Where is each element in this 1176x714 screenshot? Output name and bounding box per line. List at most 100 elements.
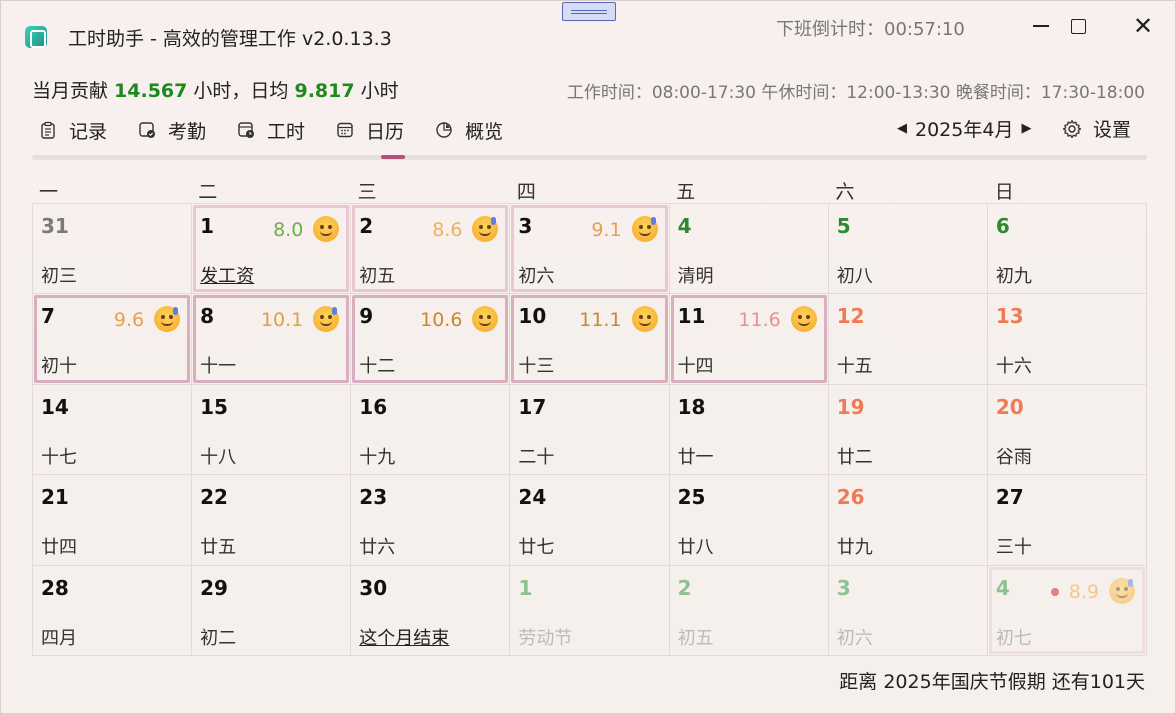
- prev-month-button[interactable]: ◀: [897, 121, 907, 136]
- calendar-day-cell[interactable]: 4 初七 8.9: [987, 565, 1147, 656]
- holiday-countdown: 距离 2025年国庆节假期 还有101天: [839, 671, 1145, 693]
- calendar-day-cell[interactable]: 6 初九: [987, 204, 1147, 295]
- minimize-button[interactable]: [1021, 9, 1061, 43]
- day-number: 8: [200, 304, 215, 329]
- day-hours: 9.1: [591, 219, 622, 241]
- weekday-label: 一: [39, 181, 59, 203]
- day-number: 25: [677, 485, 706, 510]
- day-note-link[interactable]: 发工资: [200, 262, 254, 288]
- day-number: 12: [836, 304, 865, 329]
- day-number: 31: [41, 214, 69, 238]
- calendar-day-cell[interactable]: 5 初八: [828, 204, 988, 295]
- calendar-day-cell[interactable]: 17 二十: [510, 384, 670, 476]
- tab-timesheet[interactable]: 工时: [237, 115, 305, 145]
- day-number: 11: [677, 304, 706, 329]
- calendar-day-cell[interactable]: 23 廿六: [351, 475, 511, 566]
- settings-label: 设置: [1093, 119, 1132, 141]
- tab-track: [32, 155, 1147, 160]
- day-number: 27: [995, 485, 1024, 510]
- tab-calendar[interactable]: 日历: [336, 115, 404, 145]
- day-number: 9: [359, 304, 374, 329]
- smile-icon: [313, 216, 340, 242]
- day-number: 18: [677, 394, 706, 419]
- tab-records[interactable]: 记录: [39, 115, 107, 145]
- day-number: 22: [200, 485, 228, 510]
- day-number: 3: [836, 575, 851, 600]
- calendar-day-cell[interactable]: 28 四月: [33, 565, 193, 656]
- calendar-day-cell[interactable]: 9 十二 10.6: [351, 294, 511, 385]
- calendar-day-cell[interactable]: 13 十六: [987, 294, 1147, 385]
- app-logo-icon: [25, 26, 47, 48]
- daily-average-value: 9.817: [294, 80, 355, 102]
- stats-suffix: 小时: [354, 80, 399, 102]
- calendar-day-cell[interactable]: 4 清明: [669, 204, 829, 295]
- calendar-day-cell[interactable]: 18 廿一: [669, 384, 829, 476]
- day-number: 7: [41, 304, 55, 329]
- calendar-day-cell[interactable]: 27 三十: [987, 475, 1147, 566]
- day-number: 29: [200, 575, 228, 600]
- next-month-button[interactable]: ▶: [1021, 121, 1031, 136]
- calendar-day-cell[interactable]: 14 十七: [33, 384, 193, 476]
- day-hours: 10.6: [420, 309, 463, 332]
- calendar-icon: [336, 121, 354, 139]
- calendar-day-cell[interactable]: 3 初六: [828, 565, 988, 656]
- neutral-icon: [472, 306, 499, 333]
- calendar-day-cell[interactable]: 31 初三: [33, 204, 193, 295]
- pensive-icon: [790, 306, 817, 333]
- calendar-day-cell[interactable]: 20 谷雨: [987, 384, 1147, 476]
- tab-overview[interactable]: 概览: [435, 115, 503, 145]
- close-icon: ✕: [1132, 12, 1154, 40]
- lunar-date: 初八: [836, 266, 873, 287]
- tab-label: 日历: [366, 120, 405, 143]
- tab-attendance[interactable]: 考勤: [138, 115, 206, 145]
- lunar-date: 廿六: [359, 537, 396, 559]
- calendar-day-cell[interactable]: 21 廿四: [33, 475, 193, 566]
- day-number: 1: [200, 214, 215, 238]
- close-button[interactable]: ✕: [1123, 9, 1163, 43]
- day-number: 2: [359, 214, 374, 238]
- lunar-date: 廿七: [518, 537, 555, 559]
- month-hours-value: 14.567: [114, 80, 188, 102]
- calendar-day-cell[interactable]: 2 初五 8.6: [351, 204, 511, 295]
- lunar-date: 廿一: [677, 446, 714, 468]
- day-note-link[interactable]: 这个月结束: [359, 624, 449, 650]
- weekday-label: 四: [516, 181, 536, 203]
- drooling-icon: [313, 306, 340, 333]
- calendar-day-cell[interactable]: 29 初二: [192, 565, 352, 656]
- lunar-date: 十五: [836, 356, 873, 378]
- lunar-date: 十六: [995, 356, 1032, 378]
- maximize-icon: [1070, 18, 1086, 34]
- day-number: 4: [677, 214, 692, 238]
- calendar-day-cell[interactable]: 16 十九: [351, 384, 511, 476]
- calendar-day-cell[interactable]: 30 这个月结束: [351, 565, 511, 656]
- calendar-day-cell[interactable]: 2 初五: [669, 565, 829, 656]
- calendar-day-cell[interactable]: 1 劳动节: [510, 565, 670, 656]
- lunar-date: 十四: [677, 356, 714, 378]
- calendar-day-cell[interactable]: 1 发工资 8.0: [192, 204, 352, 295]
- calendar-day-cell[interactable]: 10 十三 11.1: [510, 294, 670, 385]
- calendar-day-cell[interactable]: 11 十四 11.6: [669, 294, 829, 385]
- calendar-day-cell[interactable]: 15 十八: [192, 384, 352, 476]
- lunar-date: 廿二: [836, 446, 873, 468]
- calendar-day-cell[interactable]: 26 廿九: [828, 475, 988, 566]
- calendar-day-cell[interactable]: 22 廿五: [192, 475, 352, 566]
- neutral-icon: [631, 306, 658, 333]
- settings-button[interactable]: 设置: [1062, 115, 1131, 142]
- lunar-date: 初二: [200, 627, 237, 649]
- title-bar: 工时助手 - 高效的管理工作 v2.0.13.3 下班倒计时：00:57:10 …: [1, 1, 1175, 63]
- calendar-day-cell[interactable]: 25 廿八: [669, 475, 829, 566]
- day-hours: 9.6: [113, 309, 145, 332]
- maximize-button[interactable]: [1058, 9, 1098, 43]
- day-hours: 11.6: [738, 309, 781, 332]
- calendar-day-cell[interactable]: 24 廿七: [510, 475, 670, 566]
- lunar-date: 初三: [41, 266, 77, 287]
- calendar-day-cell[interactable]: 3 初六 9.1: [510, 204, 670, 295]
- tab-label: 记录: [69, 120, 108, 143]
- calendar-day-cell[interactable]: 7 初十 9.6: [33, 294, 193, 385]
- calendar-day-cell[interactable]: 8 十一 10.1: [192, 294, 352, 385]
- calendar-day-cell[interactable]: 12 十五: [828, 294, 988, 385]
- lunar-date: 十二: [359, 356, 396, 378]
- lunar-date: 廿八: [677, 537, 714, 559]
- calendar-day-cell[interactable]: 19 廿二: [828, 384, 988, 476]
- weekday-label: 六: [835, 181, 855, 203]
